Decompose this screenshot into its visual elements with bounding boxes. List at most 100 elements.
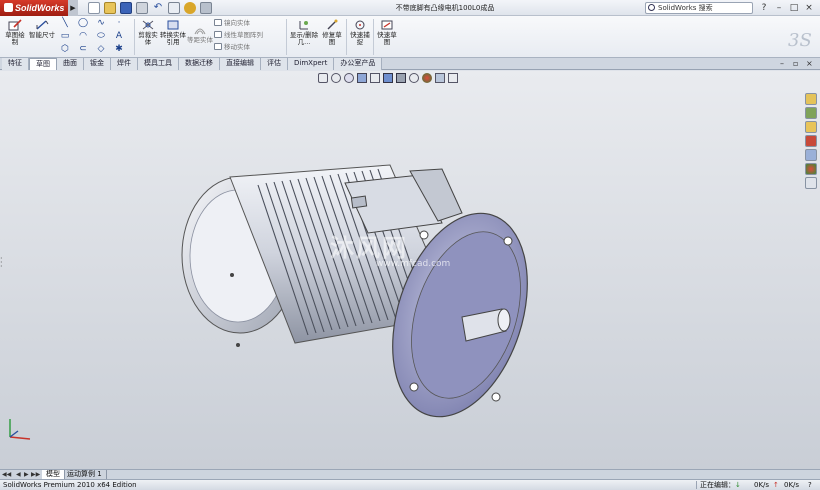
spline-icon[interactable]: ∿ (94, 18, 108, 28)
search-input[interactable]: SolidWorks 搜索 (645, 2, 753, 14)
edition-text: SolidWorks Premium 2010 x64 Edition (3, 481, 137, 489)
display-relations-button[interactable]: 显示/删除几... (289, 19, 319, 46)
menu-arrow-icon[interactable]: ▶ (68, 0, 78, 16)
mirror-entities-button[interactable]: 镜向实体 (214, 19, 250, 27)
mirror-icon (214, 19, 222, 26)
appearances-icon[interactable] (805, 163, 817, 175)
undo-icon[interactable]: ↶ (152, 2, 164, 14)
previous-view-icon[interactable] (344, 73, 354, 83)
rapid-sketch-button[interactable]: 快速草图 (375, 19, 399, 46)
tab-mold-tools[interactable]: 模具工具 (138, 58, 179, 70)
search-results-icon[interactable] (805, 135, 817, 147)
apply-scene-icon[interactable] (435, 73, 445, 83)
help-button[interactable]: ? (758, 2, 770, 14)
tab-evaluate[interactable]: 评估 (261, 58, 288, 70)
doc-restore-icon[interactable]: ▫ (793, 58, 798, 69)
tab-model[interactable]: 模型 (42, 470, 65, 479)
save-icon[interactable] (120, 2, 132, 14)
tab-surfaces[interactable]: 曲面 (57, 58, 84, 70)
zoom-area-icon[interactable] (331, 73, 341, 83)
solidworks-logo-icon (4, 3, 13, 12)
view-orientation-icon[interactable] (383, 73, 393, 83)
heads-up-view-toolbar (318, 73, 458, 85)
last-tab-icon[interactable]: ▶▶ (31, 470, 40, 479)
trim-icon (142, 20, 154, 30)
text-icon[interactable]: A (112, 31, 126, 41)
ellipse-icon[interactable]: ⬭ (94, 31, 108, 41)
view-settings-icon[interactable] (448, 73, 458, 83)
zoom-to-fit-icon[interactable] (318, 73, 328, 83)
close-button[interactable]: × (803, 2, 815, 14)
tab-dimxpert[interactable]: DimXpert (288, 58, 335, 70)
print-icon[interactable] (136, 2, 148, 14)
brand-label: SolidWorks (15, 3, 65, 13)
doc-minimize-icon[interactable]: – (780, 58, 784, 69)
offset-entities-button[interactable]: 等距实体 (187, 24, 213, 44)
tab-sketch[interactable]: 草图 (29, 58, 57, 70)
panel-grip-icon[interactable]: · · · (0, 255, 5, 271)
smart-dimension-button[interactable]: 智能尺寸 (29, 19, 55, 39)
custom-properties-icon[interactable] (805, 177, 817, 189)
first-tab-icon[interactable]: ◀◀ (2, 470, 11, 479)
circle-icon[interactable]: ◯ (76, 18, 90, 28)
download-rate: 0K/s (754, 481, 770, 489)
dynamic-annotation-icon[interactable] (370, 73, 380, 83)
convert-entities-button[interactable]: 转换实体引用 (160, 19, 186, 46)
status-bar: SolidWorks Premium 2010 x64 Edition 正在编辑… (0, 479, 820, 490)
options-icon[interactable] (200, 2, 212, 14)
maximize-button[interactable]: □ (788, 2, 800, 14)
plane-icon[interactable]: ◇ (94, 44, 108, 54)
rectangle-icon[interactable]: ▭ (58, 31, 72, 41)
rebuild-icon[interactable] (184, 2, 196, 14)
sketch-label: 草图绘制 (5, 31, 25, 46)
file-explorer-icon[interactable] (805, 121, 817, 133)
minimize-button[interactable]: – (773, 2, 785, 14)
open-file-icon[interactable] (104, 2, 116, 14)
move-entities-button[interactable]: 移动实体 (214, 43, 250, 51)
move-icon (214, 43, 222, 50)
quick-snaps-label: 快速捕捉 (350, 31, 370, 46)
help-icon[interactable]: ? (808, 480, 812, 490)
quick-snaps-button[interactable]: 快速捕捉 (348, 19, 372, 46)
separator (373, 19, 374, 55)
tab-features[interactable]: 特征 (2, 58, 29, 70)
sketch-button[interactable]: 草图绘制 (3, 19, 27, 46)
point-icon[interactable]: · (112, 18, 126, 28)
view-palette-icon[interactable] (805, 149, 817, 161)
smart-dimension-icon (36, 20, 49, 30)
display-style-icon[interactable] (396, 73, 406, 83)
section-view-icon[interactable] (357, 73, 367, 83)
tab-data-migration[interactable]: 数据迁移 (179, 58, 220, 70)
resources-icon[interactable] (805, 93, 817, 105)
doc-close-icon[interactable]: × (806, 58, 813, 69)
design-library-icon[interactable] (805, 107, 817, 119)
tab-weldments[interactable]: 焊件 (111, 58, 138, 70)
tab-direct-editing[interactable]: 直接编辑 (220, 58, 261, 70)
edit-appearance-icon[interactable] (422, 73, 432, 83)
next-tab-icon[interactable]: ▶ (24, 470, 29, 479)
tab-motion-study-1[interactable]: 运动算例 1 (63, 470, 107, 479)
motor-3d-model[interactable] (180, 125, 540, 425)
trim-label: 剪裁实体 (138, 31, 158, 46)
smart-dimension-label: 智能尺寸 (29, 31, 55, 39)
repair-sketch-button[interactable]: 修复草图 (320, 19, 344, 46)
repair-label: 修复草图 (322, 31, 342, 46)
prev-tab-icon[interactable]: ◀ (16, 470, 21, 479)
new-file-icon[interactable] (88, 2, 100, 14)
hide-show-icon[interactable] (409, 73, 419, 83)
model-tab-bar: ◀◀ ◀ ▶ ▶▶ 模型 运动算例 1 (0, 469, 820, 479)
select-icon[interactable] (168, 2, 180, 14)
slot-icon[interactable]: ⊂ (76, 44, 90, 54)
tab-office-products[interactable]: 办公室产品 (334, 58, 383, 70)
solidworks-logo[interactable]: SolidWorks (0, 0, 68, 16)
tab-sheet-metal[interactable]: 钣金 (84, 58, 111, 70)
arc-icon[interactable]: ◠ (76, 31, 90, 41)
line-icon[interactable]: ╲ (58, 18, 72, 28)
graphics-area[interactable]: · · · 沐风网 www.mfcad.com (0, 71, 820, 469)
trim-entities-button[interactable]: 剪裁实体 (136, 19, 160, 46)
polygon-icon[interactable]: ⬡ (58, 44, 72, 54)
task-pane-tabs (805, 93, 819, 191)
move-label: 移动实体 (224, 43, 250, 51)
centerline-icon[interactable]: ✱ (112, 44, 126, 54)
linear-pattern-button[interactable]: 线性草图阵列 (214, 31, 263, 39)
